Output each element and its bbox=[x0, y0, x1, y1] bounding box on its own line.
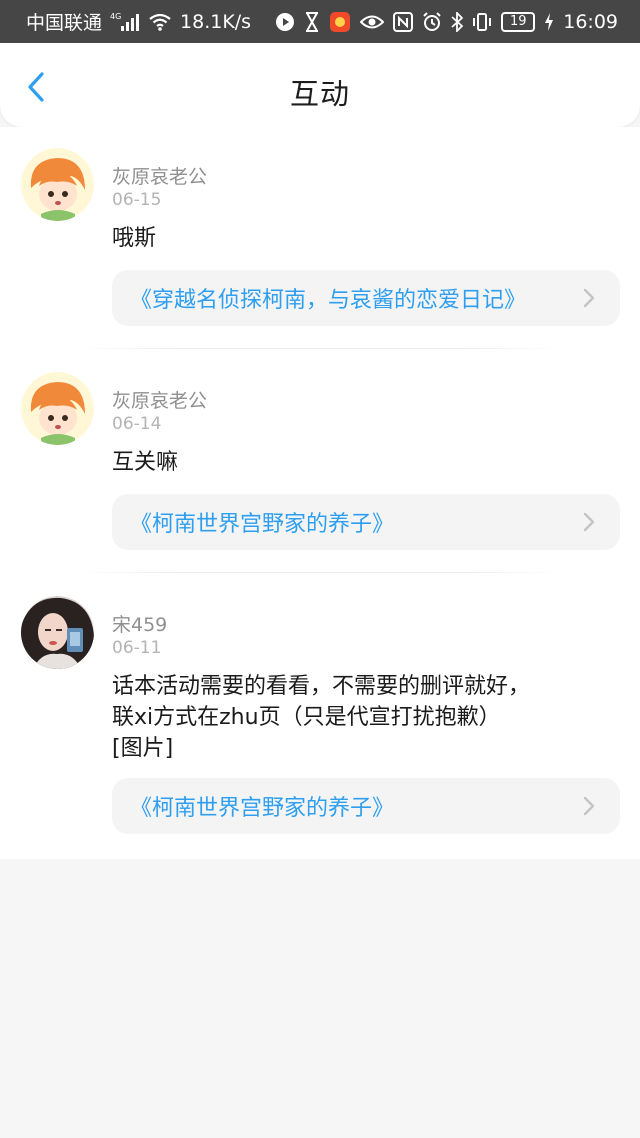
comment-line: 哦斯 bbox=[112, 226, 157, 251]
clock: 16:09 bbox=[563, 10, 618, 33]
cartoon-avatar-icon bbox=[21, 372, 94, 445]
comment-text: 互关嘛 bbox=[112, 447, 612, 478]
comment-line: [图片] bbox=[112, 736, 174, 761]
comment-text: 哦斯 bbox=[112, 223, 612, 254]
book-title: 《穿越名侦探柯南，与哀酱的恋爱日记》 bbox=[130, 288, 527, 313]
avatar[interactable] bbox=[21, 148, 94, 221]
vibrate-icon bbox=[472, 12, 492, 32]
alarm-icon bbox=[422, 11, 442, 32]
page-title: 互动 bbox=[289, 77, 350, 111]
book-link[interactable]: 《柯南世界宫野家的养子》 bbox=[112, 778, 620, 834]
photo-avatar-icon bbox=[21, 596, 94, 669]
username[interactable]: 宋459 bbox=[112, 610, 167, 637]
signal-icon: 4G bbox=[110, 11, 140, 33]
interaction-item: 灰原哀老公 06-15 哦斯 《穿越名侦探柯南，与哀酱的恋爱日记》 bbox=[0, 127, 640, 349]
comment-line: 互关嘛 bbox=[112, 450, 179, 475]
comment-text: 话本活动需要的看看，不需要的删评就好， 联xi方式在zhu页（只是代宣打扰抱歉）… bbox=[112, 671, 612, 764]
status-right: 19 16:09 bbox=[275, 11, 618, 33]
hourglass-icon bbox=[304, 11, 320, 32]
battery-level: 19 bbox=[509, 14, 527, 29]
carrier-label: 中国联通 bbox=[26, 12, 103, 34]
charging-icon bbox=[544, 12, 554, 32]
status-left: 中国联通 4G 18.1K/s bbox=[26, 8, 251, 35]
chevron-right-icon bbox=[583, 512, 595, 532]
avatar[interactable] bbox=[21, 596, 94, 669]
network-type-label: 4G bbox=[110, 12, 121, 21]
interaction-item: 宋459 06-11 话本活动需要的看看，不需要的删评就好， 联xi方式在zhu… bbox=[0, 573, 640, 859]
nfc-icon bbox=[393, 11, 414, 32]
app-icon bbox=[329, 11, 351, 33]
username[interactable]: 灰原哀老公 bbox=[112, 386, 207, 413]
comment-line: 话本活动需要的看看，不需要的删评就好， bbox=[112, 674, 531, 699]
book-title: 《柯南世界宫野家的养子》 bbox=[130, 796, 395, 821]
status-bar: 中国联通 4G 18.1K/s 19 16:09 bbox=[0, 0, 640, 43]
comment-line: 联xi方式在zhu页（只是代宣打扰抱歉） bbox=[112, 705, 501, 730]
chevron-right-icon bbox=[583, 796, 595, 816]
play-icon bbox=[275, 12, 295, 32]
net-speed: 18.1K/s bbox=[180, 10, 252, 33]
eye-icon bbox=[360, 14, 385, 30]
avatar[interactable] bbox=[21, 372, 94, 445]
interaction-list: 灰原哀老公 06-15 哦斯 《穿越名侦探柯南，与哀酱的恋爱日记》 灰原哀老公 … bbox=[0, 127, 640, 859]
interaction-item: 灰原哀老公 06-14 互关嘛 《柯南世界宫野家的养子》 bbox=[0, 349, 640, 573]
book-link[interactable]: 《柯南世界宫野家的养子》 bbox=[112, 494, 620, 550]
top-bar: 互动 bbox=[0, 43, 640, 127]
chevron-right-icon bbox=[583, 288, 595, 308]
date: 06-14 bbox=[112, 414, 162, 434]
wifi-icon bbox=[148, 12, 172, 32]
cartoon-avatar-icon bbox=[21, 148, 94, 221]
bluetooth-icon bbox=[451, 11, 464, 32]
date: 06-11 bbox=[112, 638, 162, 658]
book-title: 《柯南世界宫野家的养子》 bbox=[130, 512, 395, 537]
book-link[interactable]: 《穿越名侦探柯南，与哀酱的恋爱日记》 bbox=[112, 270, 620, 326]
date: 06-15 bbox=[112, 190, 162, 210]
username[interactable]: 灰原哀老公 bbox=[112, 162, 207, 189]
battery-icon: 19 bbox=[501, 11, 536, 32]
